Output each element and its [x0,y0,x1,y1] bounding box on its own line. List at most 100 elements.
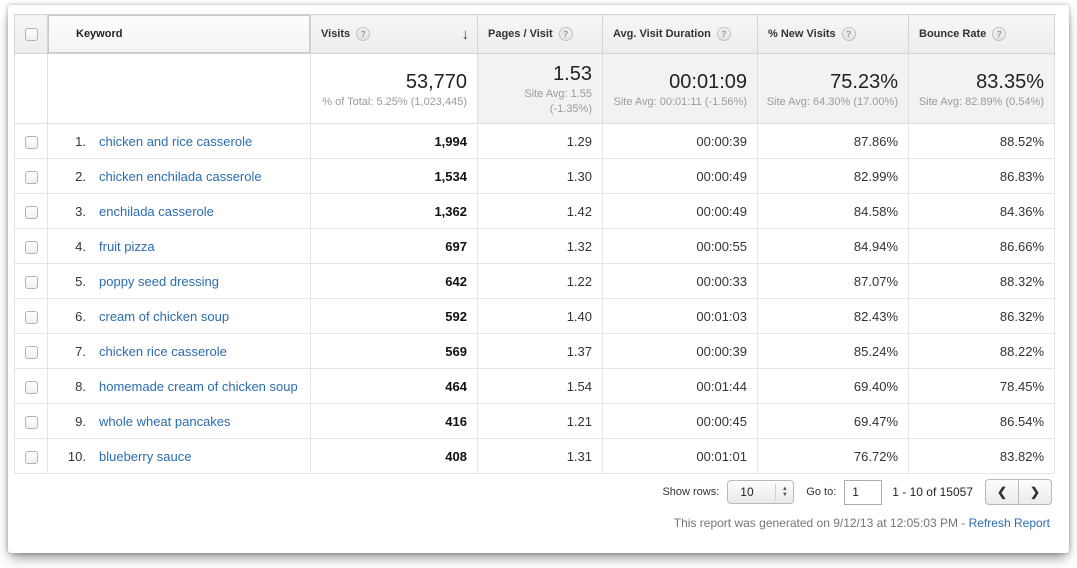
row-checkbox[interactable] [25,171,38,184]
keyword-cell: 10. blueberry sauce [48,439,311,474]
bounce-rate-cell: 88.22% [909,334,1055,369]
row-checkbox-cell [15,369,48,404]
show-rows-select[interactable]: 10 ▲▼ [727,480,794,504]
row-checkbox[interactable] [25,451,38,464]
goto-page-input[interactable] [844,480,882,505]
avg-visit-duration-cell: 00:00:33 [603,264,758,299]
table-row: 1.chicken and rice casserole 1,994 1.29 … [15,124,1055,159]
column-header-keyword[interactable]: Keyword [48,15,311,54]
new-visits-cell: 82.43% [758,299,909,334]
table-row: 10.blueberry sauce 408 1.31 00:01:01 76.… [15,439,1055,474]
pagination-bar: Show rows: 10 ▲▼ Go to: 1 - 10 of 15057 … [14,474,1054,510]
visits-cell: 642 [311,264,478,299]
pages-visit-cell: 1.54 [478,369,603,404]
sort-descending-icon[interactable]: ↓ [462,26,470,43]
summary-pages-visit: 1.53 Site Avg: 1.55 (-1.35%) [478,54,603,124]
avg-visit-duration-cell: 00:01:44 [603,369,758,404]
help-icon[interactable]: ? [356,27,370,41]
pages-visit-cell: 1.21 [478,404,603,439]
keyword-link[interactable]: homemade cream of chicken soup [99,379,298,394]
pages-visit-cell: 1.40 [478,299,603,334]
bounce-rate-cell: 86.54% [909,404,1055,439]
column-header-visits[interactable]: Visits ? ↓ [311,15,478,54]
column-header-new-visits[interactable]: % New Visits ? [758,15,909,54]
row-checkbox[interactable] [25,311,38,324]
column-header-bounce-rate[interactable]: Bounce Rate ? [909,15,1055,54]
bounce-rate-cell: 83.82% [909,439,1055,474]
generated-text: This report was generated on 9/12/13 at … [674,516,969,530]
visits-cell: 1,994 [311,124,478,159]
bounce-rate-cell: 86.32% [909,299,1055,334]
row-checkbox-cell [15,264,48,299]
row-rank: 4. [60,239,86,254]
summary-avg-visit-duration: 00:01:09 Site Avg: 00:01:11 (-1.56%) [603,54,758,124]
table-body: 1.chicken and rice casserole 1,994 1.29 … [15,124,1055,474]
keyword-link[interactable]: chicken enchilada casserole [99,169,262,184]
bounce-rate-cell: 86.83% [909,159,1055,194]
keyword-link[interactable]: blueberry sauce [99,449,192,464]
keyword-link[interactable]: chicken rice casserole [99,344,227,359]
help-icon[interactable]: ? [717,27,731,41]
row-checkbox-cell [15,299,48,334]
row-checkbox-cell [15,404,48,439]
avg-visit-duration-cell: 00:00:39 [603,334,758,369]
column-header-avg-visit-duration[interactable]: Avg. Visit Duration ? [603,15,758,54]
previous-page-button[interactable]: ❮ [985,479,1019,505]
summary-bounce-rate: 83.35% Site Avg: 82.89% (0.54%) [909,54,1055,124]
row-checkbox[interactable] [25,136,38,149]
row-checkbox[interactable] [25,346,38,359]
avg-visit-duration-cell: 00:01:01 [603,439,758,474]
row-rank: 6. [60,309,86,324]
keyword-cell: 3. enchilada casserole [48,194,311,229]
row-checkbox[interactable] [25,241,38,254]
pages-visit-cell: 1.22 [478,264,603,299]
row-rank: 9. [60,414,86,429]
help-icon[interactable]: ? [992,27,1006,41]
pages-visit-cell: 1.29 [478,124,603,159]
keyword-cell: 7.chicken rice casserole [48,334,311,369]
visits-cell: 464 [311,369,478,404]
pages-visit-cell: 1.37 [478,334,603,369]
new-visits-cell: 84.58% [758,194,909,229]
row-rank: 3. [60,204,86,219]
row-checkbox[interactable] [25,206,38,219]
keyword-link[interactable]: whole wheat pancakes [99,414,231,429]
row-checkbox[interactable] [25,416,38,429]
summary-keyword-cell [48,54,311,124]
avg-visit-duration-cell: 00:01:03 [603,299,758,334]
keyword-cell: 1. chicken and rice casserole [48,124,311,159]
refresh-report-link[interactable]: Refresh Report [969,516,1050,530]
visits-cell: 408 [311,439,478,474]
row-checkbox[interactable] [25,381,38,394]
row-range-text: 1 - 10 of 15057 [892,485,973,499]
summary-visits: 53,770 % of Total: 5.25% (1,023,445) [311,54,478,124]
report-panel: Keyword Visits ? ↓ Pages / Visit ? [8,5,1069,553]
avg-visit-duration-cell: 00:00:45 [603,404,758,439]
row-checkbox-cell [15,439,48,474]
keyword-cell: 9. whole wheat pancakes [48,404,311,439]
show-rows-label: Show rows: [662,486,719,498]
row-checkbox-cell [15,124,48,159]
row-checkbox[interactable] [25,276,38,289]
report-generated-line: This report was generated on 9/12/13 at … [14,510,1054,530]
keyword-link[interactable]: enchilada casserole [99,204,214,219]
pages-visit-cell: 1.30 [478,159,603,194]
keyword-link[interactable]: chicken and rice casserole [99,134,252,149]
primary-dimension-button[interactable]: Keyword [48,15,310,53]
keyword-link[interactable]: cream of chicken soup [99,309,229,324]
row-rank: 1. [60,134,86,149]
visits-cell: 416 [311,404,478,439]
next-page-button[interactable]: ❯ [1018,479,1052,505]
visits-cell: 1,362 [311,194,478,229]
visits-cell: 697 [311,229,478,264]
select-all-checkbox[interactable] [25,28,38,41]
help-icon[interactable]: ? [842,27,856,41]
visits-cell: 569 [311,334,478,369]
keyword-link[interactable]: fruit pizza [99,239,155,254]
keyword-link[interactable]: poppy seed dressing [99,274,219,289]
column-header-pages-visit[interactable]: Pages / Visit ? [478,15,603,54]
row-rank: 8. [60,379,86,394]
keywords-table: Keyword Visits ? ↓ Pages / Visit ? [14,14,1055,474]
row-rank: 10. [60,449,86,464]
help-icon[interactable]: ? [559,27,573,41]
